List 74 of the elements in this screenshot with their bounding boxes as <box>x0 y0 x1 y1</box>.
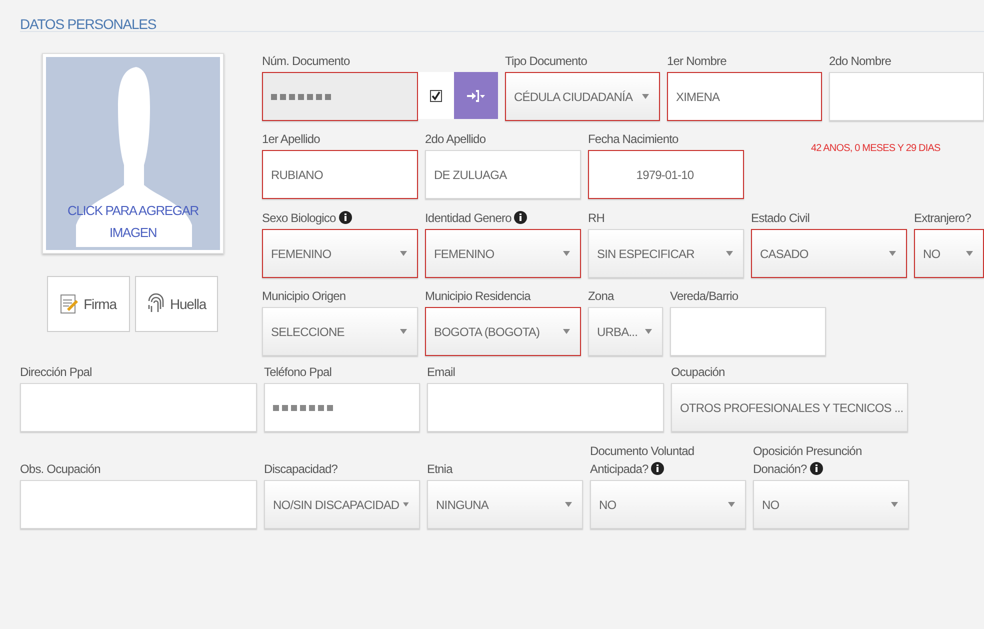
field-label: Municipio Origen <box>262 288 347 305</box>
select-field[interactable]: FEMENINO <box>425 229 581 278</box>
caret-icon <box>565 502 572 507</box>
select-field[interactable]: CÉDULA CIUDADANÍA <box>505 72 660 121</box>
login-dropdown-button[interactable] <box>454 72 498 119</box>
select-field[interactable]: FEMENINO <box>262 229 418 278</box>
field-label: 2do Apellido <box>425 131 487 148</box>
select-field[interactable]: NO/SIN DISCAPACIDAD <box>264 480 420 529</box>
caret-icon <box>563 251 570 256</box>
field-label: Zona <box>588 288 616 305</box>
field-label: 2do Nombre <box>829 53 892 70</box>
field-label: Identidad Genero <box>425 211 512 225</box>
caret-icon <box>563 329 570 334</box>
photo-placeholder[interactable]: CLICK PARA AGREGAR IMAGEN <box>46 57 220 250</box>
select-field[interactable]: SIN ESPECIFICAR <box>588 229 744 278</box>
age-text: 42 ANOS, 0 MESES Y 29 DIAS <box>811 143 940 154</box>
field-label: Email <box>427 364 456 381</box>
field-label: Sexo Biologico <box>262 211 336 225</box>
input-field[interactable] <box>20 383 257 432</box>
photo-caption: CLICK PARA AGREGAR IMAGEN <box>66 202 200 242</box>
field-label: Municipio Residencia <box>425 288 532 305</box>
field-label: Oposición Presunción Donación? <box>753 444 862 476</box>
select-field[interactable]: NINGUNA <box>427 480 583 529</box>
field-label: Discapacidad? <box>264 461 339 478</box>
select-field[interactable]: SELECCIONE <box>262 307 418 356</box>
field-label: Tipo Documento <box>505 53 588 70</box>
select-field[interactable]: NO <box>914 229 984 278</box>
field-label: Fecha Nacimiento <box>588 131 680 148</box>
caret-icon <box>642 94 649 99</box>
input-field[interactable]: XIMENA <box>667 72 822 121</box>
select-field[interactable]: BOGOTA (BOGOTA) <box>425 307 581 356</box>
field-label: Extranjero? <box>914 210 972 227</box>
caret-icon <box>891 502 898 507</box>
field-label: Teléfono Ppal <box>264 364 333 381</box>
caret-icon <box>728 502 735 507</box>
field-label: 1er Apellido <box>262 131 321 148</box>
input-field[interactable] <box>427 383 664 432</box>
select-field[interactable]: NO <box>753 480 909 529</box>
input-field[interactable] <box>670 307 826 356</box>
select-field[interactable]: OTROS PROFESIONALES Y TECNICOS ... <box>671 383 908 432</box>
field-label: Vereda/Barrio <box>670 288 740 305</box>
input-field[interactable]: RUBIANO <box>262 150 418 199</box>
caret-icon <box>403 502 409 507</box>
caret-icon <box>726 251 733 256</box>
fingerprint-button[interactable]: Huella <box>134 276 218 332</box>
field-label: 1er Nombre <box>667 53 728 70</box>
caret-icon <box>889 251 896 256</box>
input-field[interactable] <box>264 383 420 432</box>
fingerprint-icon <box>146 293 166 315</box>
field-label: Núm. Documento <box>262 53 351 70</box>
select-field[interactable]: NO <box>590 480 746 529</box>
sign-in-icon <box>467 90 485 102</box>
select-field[interactable]: CASADO <box>751 229 907 278</box>
select-field[interactable]: URBA... <box>588 307 663 356</box>
field-label: Etnia <box>427 461 454 478</box>
field-label: Obs. Ocupación <box>20 461 102 478</box>
document-number-field[interactable] <box>262 72 418 121</box>
field-label: Documento Voluntad Anticipada? <box>590 444 694 476</box>
section-title: DATOS PERSONALES <box>20 15 158 30</box>
caret-icon <box>645 329 652 334</box>
input-field[interactable]: DE ZULUAGA <box>425 150 581 199</box>
date-field[interactable]: 1979-01-10 <box>588 150 744 199</box>
signature-button[interactable]: Firma <box>46 276 130 332</box>
signature-icon <box>60 293 80 315</box>
checkbox[interactable] <box>430 90 442 102</box>
field-label: Estado Civil <box>751 210 811 227</box>
input-field[interactable] <box>20 480 257 529</box>
field-label: Dirección Ppal <box>20 364 93 381</box>
caret-icon <box>400 329 407 334</box>
caret-icon <box>966 251 973 256</box>
field-label: Ocupación <box>671 364 726 381</box>
input-field[interactable] <box>829 72 984 121</box>
caret-icon <box>400 251 407 256</box>
field-label: RH <box>588 210 606 227</box>
